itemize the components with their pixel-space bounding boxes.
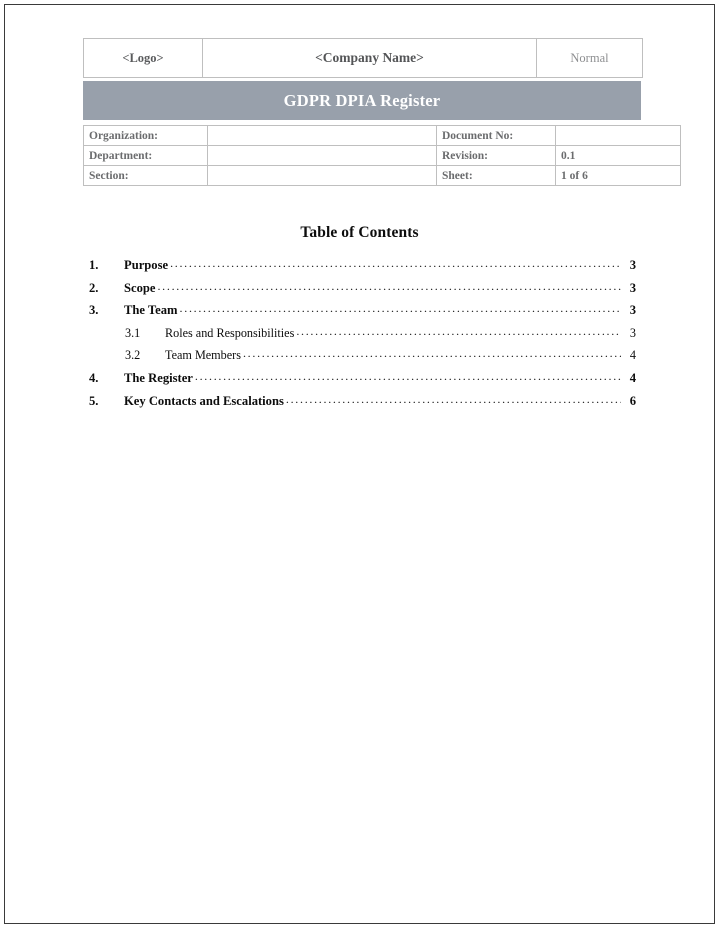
metadata-row: Department: Revision: 0.1	[83, 145, 681, 166]
toc-leader-dots: ........................................…	[296, 325, 621, 338]
metadata-value-right-0[interactable]	[555, 125, 681, 146]
metadata-label-right-0: Document No:	[436, 125, 556, 146]
toc-entry-page: 3	[629, 325, 636, 340]
metadata-label-right-2: Sheet:	[436, 165, 556, 186]
toc-entry-number: 5.	[89, 393, 99, 408]
toc-entry[interactable]: 3.2 Team Members.........................…	[83, 348, 641, 371]
toc-entry-label: Roles and Responsibilities	[165, 325, 295, 340]
toc-heading: Table of Contents	[300, 224, 419, 241]
toc-entry-label: The Team	[124, 303, 178, 318]
toc-leader-dots: ........................................…	[170, 258, 621, 270]
toc-entry-label: Purpose	[124, 258, 169, 272]
toc-entry-page: 4	[629, 370, 636, 385]
document-header: <Logo> <Company Name> Normal GDPR DPIA R…	[83, 38, 681, 186]
toc-entry-number: 3.	[89, 303, 99, 318]
toc-leader-dots: ........................................…	[285, 393, 621, 406]
metadata-row: Section: Sheet: 1 of 6	[83, 165, 681, 186]
toc-entry-number: 4.	[89, 370, 99, 385]
toc-entry[interactable]: 4. The Register..........................…	[83, 371, 641, 394]
metadata-value-left-2[interactable]	[207, 165, 437, 186]
metadata-label-left-1: Department:	[83, 145, 208, 166]
toc-entry-page: 3	[629, 280, 636, 295]
toc-entry-page: 6	[629, 393, 636, 408]
toc-entry[interactable]: 5. Key Contacts and Escalations..........…	[83, 394, 641, 417]
toc-entry-label: Scope	[124, 280, 156, 295]
toc-entry[interactable]: 3. The Team..............................…	[83, 303, 641, 326]
toc-leader-dots: ........................................…	[242, 348, 621, 361]
toc-entry-page: 3	[629, 303, 636, 318]
identity-table: <Logo> <Company Name> Normal	[83, 38, 643, 78]
toc-leader-dots: ........................................…	[194, 370, 621, 383]
toc-entry-page: 3	[629, 258, 636, 272]
toc-leader-dots: ........................................…	[179, 303, 621, 316]
toc-entry-label: The Register	[124, 370, 193, 385]
toc-entry[interactable]: 1. Purpose...............................…	[83, 258, 641, 281]
identity-row: <Logo> <Company Name> Normal	[83, 38, 643, 78]
company-name-cell: <Company Name>	[202, 38, 537, 78]
toc-entry-number: 2.	[89, 280, 99, 295]
metadata-label-right-1: Revision:	[436, 145, 556, 166]
classification-cell: Normal	[536, 38, 643, 78]
metadata-label-left-2: Section:	[83, 165, 208, 186]
metadata-value-right-1[interactable]: 0.1	[555, 145, 681, 166]
toc-entry-page: 4	[629, 348, 636, 363]
table-of-contents: 1. Purpose...............................…	[83, 258, 641, 416]
document-title: GDPR DPIA Register	[283, 90, 441, 110]
logo-cell: <Logo>	[83, 38, 203, 78]
metadata-row: Organization: Document No:	[83, 125, 681, 146]
metadata-table: Organization: Document No: Department: Revi…	[83, 125, 681, 186]
title-banner: GDPR DPIA Register	[83, 81, 641, 120]
metadata-value-left-1[interactable]	[207, 145, 437, 166]
metadata-value-right-2[interactable]: 1 of 6	[555, 165, 681, 186]
toc-entry[interactable]: 2. Scope.................................…	[83, 281, 641, 304]
metadata-label-left-0: Organization:	[83, 125, 208, 146]
document-page: <Logo> <Company Name> Normal GDPR DPIA R…	[4, 4, 715, 924]
toc-entry-label: Key Contacts and Escalations	[124, 393, 284, 408]
toc-entry-number: 1.	[89, 258, 99, 272]
toc-entry-number: 3.1	[125, 325, 141, 340]
toc-entry[interactable]: 3.1 Roles and Responsibilities...........…	[83, 326, 641, 349]
metadata-value-left-0[interactable]	[207, 125, 437, 146]
toc-entry-number: 3.2	[125, 348, 141, 363]
toc-leader-dots: ........................................…	[157, 280, 621, 293]
toc-entry-label: Team Members	[165, 348, 241, 363]
